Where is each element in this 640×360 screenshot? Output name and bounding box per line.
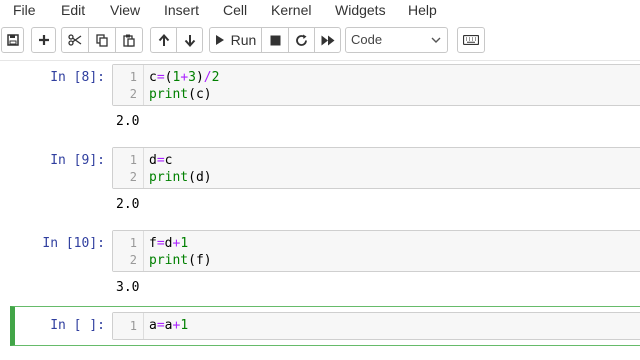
code-line: c=(1+3)/2 [149, 70, 220, 85]
code-line: print(c) [149, 87, 212, 102]
code-line: f=d+1 [149, 236, 189, 251]
code-editor[interactable]: 1 a=a+1 [112, 312, 640, 340]
selected-cell[interactable]: In [ ]: 1 a=a+1 [10, 306, 640, 346]
copy-button[interactable] [88, 27, 116, 53]
run-button[interactable]: Run [209, 27, 262, 53]
scissors-icon [68, 34, 82, 46]
copy-icon [96, 33, 108, 47]
plus-icon [38, 34, 50, 46]
cell-type-select[interactable]: Code [345, 27, 448, 53]
code-cell: In [9]: 1 2 d=c print(d) 2.0 [10, 147, 640, 227]
code-line: print(f) [149, 253, 212, 268]
code-cell: In [8]: 1 2 c=(1+3)/2 print(c) 2.0 [10, 64, 640, 144]
line-number: 1 [129, 70, 137, 84]
toolbar: Run Code [0, 27, 640, 55]
play-icon [215, 34, 225, 46]
stop-icon [270, 35, 281, 46]
code-editor[interactable]: 1 2 f=d+1 print(f) [112, 230, 640, 272]
cut-button[interactable] [61, 27, 89, 53]
menu-kernel[interactable]: Kernel [271, 1, 311, 19]
code-cell: In [10]: 1 2 f=d+1 print(f) 3.0 [10, 230, 640, 306]
line-number: 2 [129, 170, 137, 184]
restart-run-all-button[interactable] [314, 27, 341, 53]
restart-icon [295, 34, 308, 47]
menu-help[interactable]: Help [408, 1, 437, 19]
code-line: d=c [149, 153, 173, 168]
code-editor[interactable]: 1 2 c=(1+3)/2 print(c) [112, 64, 640, 106]
menu-edit[interactable]: Edit [61, 1, 85, 19]
paste-icon [123, 34, 135, 47]
save-button[interactable] [1, 27, 24, 53]
arrow-down-icon [184, 34, 196, 47]
menu-bar: File Edit View Insert Cell Kernel Widget… [0, 0, 640, 22]
cell-output: 2.0 [116, 114, 140, 129]
paste-button[interactable] [115, 27, 143, 53]
cell-output: 3.0 [116, 280, 140, 295]
fast-forward-icon [321, 35, 335, 46]
restart-button[interactable] [288, 27, 315, 53]
move-up-button[interactable] [150, 27, 177, 53]
menu-insert[interactable]: Insert [164, 1, 199, 19]
menu-view[interactable]: View [110, 1, 140, 19]
line-number: 2 [129, 253, 137, 267]
code-editor[interactable]: 1 2 d=c print(d) [112, 147, 640, 189]
chevron-down-icon [431, 30, 441, 58]
input-prompt: In [ ]: [50, 318, 105, 333]
line-number: 1 [129, 319, 137, 333]
keyboard-icon [463, 35, 479, 45]
menu-cell[interactable]: Cell [223, 1, 247, 19]
interrupt-button[interactable] [261, 27, 289, 53]
run-label: Run [230, 32, 257, 48]
arrow-up-icon [158, 33, 170, 47]
line-number: 1 [129, 236, 137, 250]
move-down-button[interactable] [176, 27, 203, 53]
cell-type-value: Code [351, 32, 383, 47]
menu-widgets[interactable]: Widgets [335, 1, 386, 19]
command-palette-button[interactable] [457, 27, 485, 53]
menu-file[interactable]: File [13, 1, 36, 19]
code-line: a=a+1 [149, 318, 189, 333]
line-number: 2 [129, 87, 137, 101]
insert-cell-button[interactable] [31, 27, 56, 53]
cell-output: 2.0 [116, 197, 140, 212]
input-prompt: In [9]: [50, 153, 105, 168]
save-icon [6, 34, 19, 46]
input-prompt: In [10]: [42, 236, 105, 251]
code-line: print(d) [149, 170, 212, 185]
line-number: 1 [129, 153, 137, 167]
input-prompt: In [8]: [50, 70, 105, 85]
